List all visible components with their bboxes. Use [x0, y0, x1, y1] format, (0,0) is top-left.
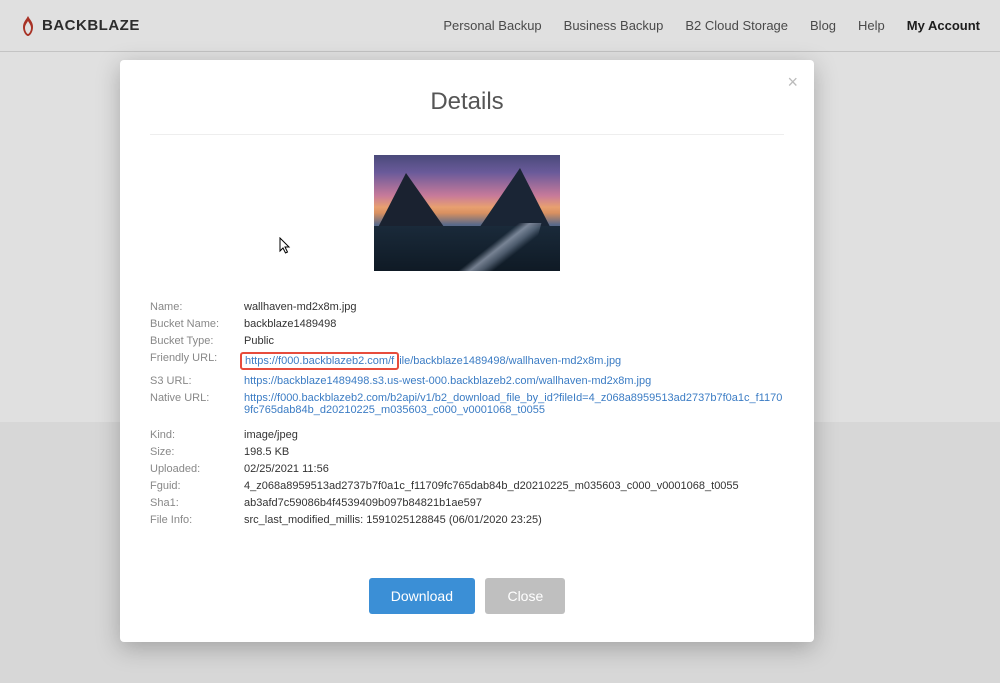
- label-file-info: File Info:: [150, 514, 244, 526]
- value-friendly-url[interactable]: https://f000.backblazeb2.com/file/backbl…: [244, 352, 784, 370]
- label-friendly-url: Friendly URL:: [150, 352, 244, 364]
- close-icon[interactable]: ×: [787, 72, 798, 93]
- modal-divider: [150, 134, 784, 135]
- label-kind: Kind:: [150, 429, 244, 441]
- value-fguid: 4_z068a8959513ad2737b7f0a1c_f11709fc765d…: [244, 480, 784, 492]
- row-bucket-type: Bucket Type: Public: [150, 332, 784, 349]
- value-bucket-name: backblaze1489498: [244, 318, 784, 330]
- row-size: Size: 198.5 KB: [150, 443, 784, 460]
- label-bucket-type: Bucket Type:: [150, 335, 244, 347]
- row-bucket-name: Bucket Name: backblaze1489498: [150, 315, 784, 332]
- file-preview: [150, 155, 784, 276]
- row-native-url: Native URL: https://f000.backblazeb2.com…: [150, 389, 784, 418]
- details-modal: × Details Name: wallhaven-md2x8m.jpg Buc…: [120, 60, 814, 642]
- label-size: Size:: [150, 446, 244, 458]
- label-fguid: Fguid:: [150, 480, 244, 492]
- preview-thumbnail[interactable]: [374, 155, 560, 271]
- value-size: 198.5 KB: [244, 446, 784, 458]
- label-s3-url: S3 URL:: [150, 375, 244, 387]
- row-s3-url: S3 URL: https://backblaze1489498.s3.us-w…: [150, 372, 784, 389]
- label-sha1: Sha1:: [150, 497, 244, 509]
- friendly-url-rest: ile/backblaze1489498/wallhaven-md2x8m.jp…: [399, 355, 621, 367]
- row-sha1: Sha1: ab3afd7c59086b4f4539409b097b84821b…: [150, 494, 784, 511]
- friendly-url-highlighted: https://f000.backblazeb2.com/f: [240, 352, 399, 370]
- row-file-info: File Info: src_last_modified_millis: 159…: [150, 511, 784, 528]
- value-sha1: ab3afd7c59086b4f4539409b097b84821b1ae597: [244, 497, 784, 509]
- value-native-url[interactable]: https://f000.backblazeb2.com/b2api/v1/b2…: [244, 392, 784, 416]
- row-name: Name: wallhaven-md2x8m.jpg: [150, 298, 784, 315]
- download-button[interactable]: Download: [369, 578, 475, 614]
- modal-title: Details: [150, 78, 784, 134]
- value-uploaded: 02/25/2021 11:56: [244, 463, 784, 475]
- row-fguid: Fguid: 4_z068a8959513ad2737b7f0a1c_f1170…: [150, 477, 784, 494]
- row-uploaded: Uploaded: 02/25/2021 11:56: [150, 460, 784, 477]
- row-kind: Kind: image/jpeg: [150, 426, 784, 443]
- label-name: Name:: [150, 301, 244, 313]
- details-table: Name: wallhaven-md2x8m.jpg Bucket Name: …: [150, 298, 784, 528]
- label-bucket-name: Bucket Name:: [150, 318, 244, 330]
- row-friendly-url: Friendly URL: https://f000.backblazeb2.c…: [150, 349, 784, 372]
- value-name: wallhaven-md2x8m.jpg: [244, 301, 784, 313]
- label-uploaded: Uploaded:: [150, 463, 244, 475]
- value-s3-url[interactable]: https://backblaze1489498.s3.us-west-000.…: [244, 375, 784, 387]
- close-button[interactable]: Close: [485, 578, 565, 614]
- label-native-url: Native URL:: [150, 392, 244, 404]
- value-file-info: src_last_modified_millis: 1591025128845 …: [244, 514, 784, 526]
- value-bucket-type: Public: [244, 335, 784, 347]
- value-kind: image/jpeg: [244, 429, 784, 441]
- modal-footer: Download Close: [150, 578, 784, 614]
